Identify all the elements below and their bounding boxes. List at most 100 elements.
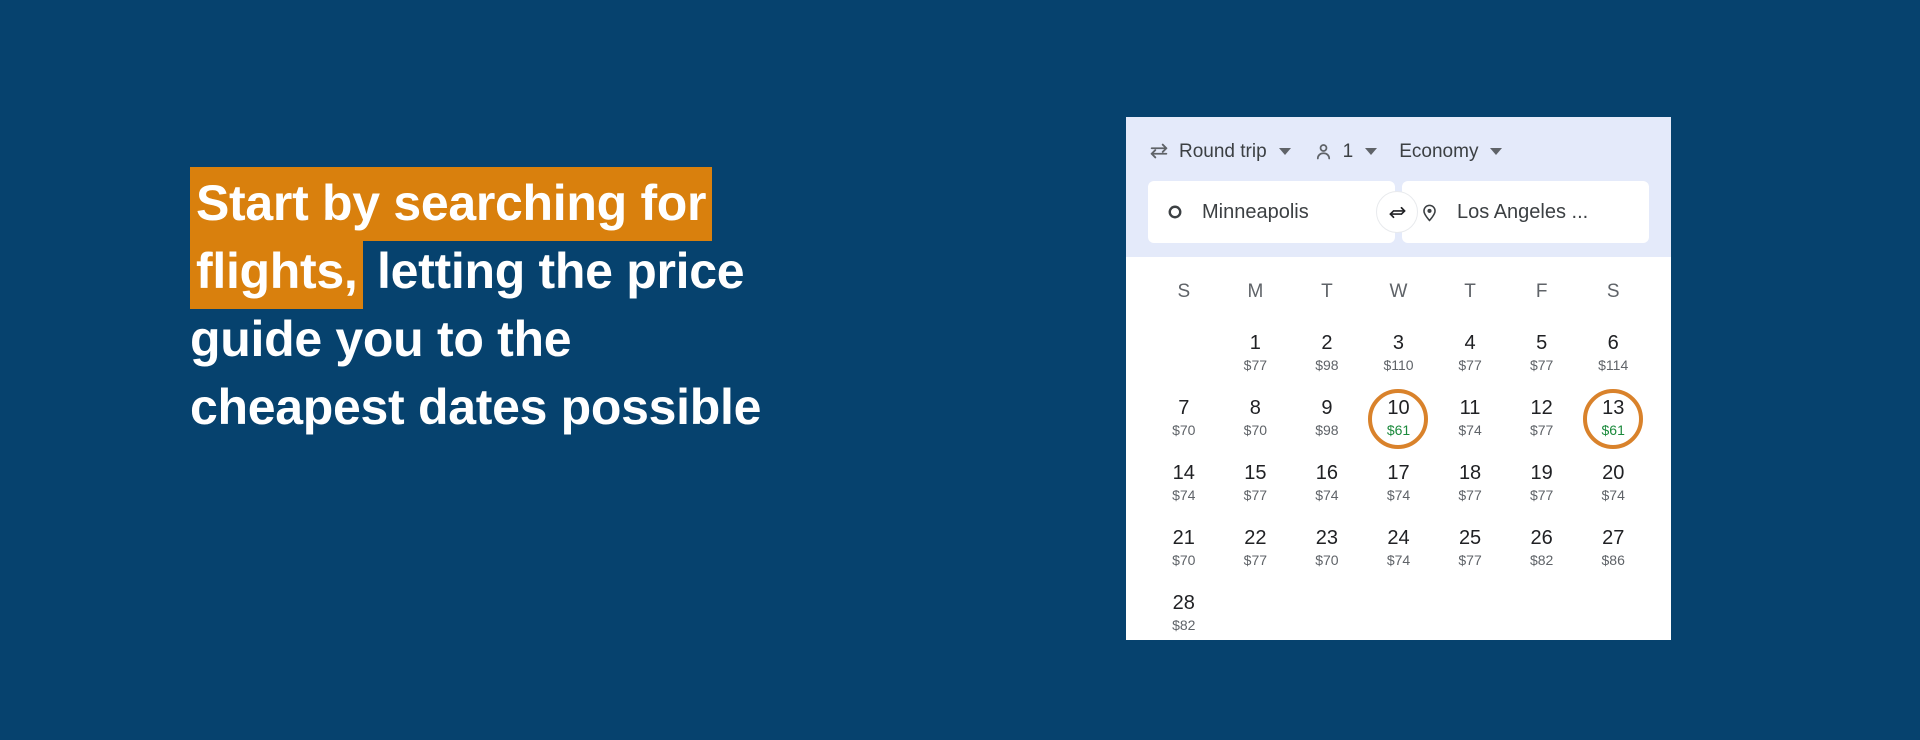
date-price: $74 [1601,487,1625,504]
location-fields: Minneapolis Los Angeles ... [1148,181,1649,243]
date-price: $82 [1529,552,1554,569]
headline-line: flights, letting the price [190,235,1020,309]
calendar-date-cell[interactable]: 9 $98 [1291,386,1363,451]
calendar-day-header: T [1464,281,1476,302]
swap-horizontal-icon [1148,140,1170,162]
date-price: $77 [1243,552,1268,569]
calendar-date-cell[interactable]: 24 $74 [1363,516,1435,581]
map-pin-icon [1420,203,1439,222]
calendar-date-cell[interactable]: 2 $98 [1291,321,1363,386]
calendar-date-cell[interactable]: 21 $70 [1148,516,1220,581]
date-price: $61 [1601,422,1625,439]
calendar-week-row: 7 $70 8 $70 9 $98 10 $61 11 $74 12 $77 13 $61 [1148,386,1649,451]
calendar-date-cell[interactable]: 27 $86 [1577,516,1649,581]
calendar-cell-empty [1291,581,1363,640]
calendar-date-cell[interactable]: 22 $77 [1220,516,1292,581]
chevron-down-icon [1490,147,1503,155]
calendar-date-cell[interactable]: 7 $70 [1148,386,1220,451]
calendar-date-cell[interactable]: 14 $74 [1148,451,1220,516]
calendar-date-cell[interactable]: 4 $77 [1434,321,1506,386]
calendar-date-cell[interactable]: 13 $61 [1577,386,1649,451]
calendar-week-row: 1 $77 2 $98 3 $110 4 $77 5 $77 6 $114 [1148,321,1649,386]
date-number: 2 [1321,332,1333,355]
date-price: $77 [1458,357,1482,374]
trip-type-selector[interactable]: Round trip [1148,140,1291,162]
date-price: $77 [1458,487,1482,504]
origin-field[interactable]: Minneapolis [1148,181,1395,243]
calendar-day-header: F [1535,281,1548,302]
date-price: $70 [1243,422,1268,439]
calendar-cell-empty [1220,581,1292,640]
circle-outline-icon [1166,203,1184,221]
headline-text: letting the price [363,243,745,299]
passenger-count-label: 1 [1342,140,1354,162]
search-options-bar: Round trip 1 Economy [1148,117,1649,177]
date-number: 24 [1387,527,1410,550]
date-price: $70 [1315,552,1339,569]
date-number: 9 [1321,397,1333,420]
calendar-date-cell[interactable]: 8 $70 [1220,386,1292,451]
cabin-class-label: Economy [1399,140,1479,162]
calendar-date-cell[interactable]: 19 $77 [1506,451,1578,516]
swap-arrows-icon [1388,203,1407,222]
trip-type-label: Round trip [1179,140,1267,162]
calendar-day-headers: SMTWTFS [1148,275,1649,321]
calendar-date-cell[interactable]: 12 $77 [1506,386,1578,451]
headline-text: guide you to the [190,311,572,367]
calendar-day-header: W [1389,281,1408,302]
calendar-weeks: 1 $77 2 $98 3 $110 4 $77 5 $77 6 $114 7 $70 8 $70 9 $98 10… [1148,321,1649,640]
date-number: 19 [1530,462,1553,485]
headline-text: cheapest dates possible [190,379,762,435]
date-number: 1 [1249,332,1261,355]
date-price: $61 [1386,422,1411,439]
date-number: 6 [1607,332,1619,355]
calendar-date-cell[interactable]: 16 $74 [1291,451,1363,516]
date-number: 8 [1249,397,1261,420]
calendar-week-row: 21 $70 22 $77 23 $70 24 $74 25 $77 26 $82 27 $86 [1148,516,1649,581]
calendar-date-cell[interactable]: 10 $61 [1363,386,1435,451]
calendar-day-header: S [1177,281,1191,302]
calendar-week-row: 14 $74 15 $77 16 $74 17 $74 18 $77 19 $77 20 $74 [1148,451,1649,516]
date-price: $74 [1458,422,1482,439]
calendar-date-cell[interactable]: 20 $74 [1577,451,1649,516]
date-price: $74 [1386,552,1411,569]
headline-line: Start by searching for [190,167,1020,241]
calendar-date-cell[interactable]: 11 $74 [1434,386,1506,451]
destination-field[interactable]: Los Angeles ... [1402,181,1649,243]
date-number: 20 [1602,462,1625,485]
calendar-date-cell[interactable]: 3 $110 [1363,321,1435,386]
calendar-date-cell[interactable]: 28 $82 [1148,581,1220,640]
date-price: $86 [1601,552,1625,569]
chevron-down-icon [1365,147,1378,155]
date-price: $98 [1315,357,1339,374]
calendar-week-row: 28 $82 [1148,581,1649,640]
swap-locations-button[interactable] [1376,191,1418,233]
calendar-date-cell[interactable]: 5 $77 [1506,321,1578,386]
date-price: $98 [1315,422,1339,439]
calendar-date-cell[interactable]: 23 $70 [1291,516,1363,581]
chevron-down-icon [1278,147,1291,155]
date-number: 3 [1392,332,1405,355]
origin-value: Minneapolis [1202,200,1309,223]
calendar-date-cell[interactable]: 6 $114 [1577,321,1649,386]
calendar-date-cell[interactable]: 1 $77 [1220,321,1292,386]
date-number: 7 [1178,397,1190,420]
calendar-cell-empty [1577,581,1649,640]
calendar-date-cell[interactable]: 15 $77 [1220,451,1292,516]
person-icon [1313,141,1334,162]
calendar-cell-empty [1148,321,1220,386]
calendar-day-header: S [1606,281,1620,302]
calendar-date-cell[interactable]: 17 $74 [1363,451,1435,516]
calendar-date-cell[interactable]: 25 $77 [1434,516,1506,581]
calendar-date-cell[interactable]: 26 $82 [1506,516,1578,581]
cabin-class-selector[interactable]: Economy [1399,140,1503,162]
headline-highlight: flights, [190,235,364,309]
calendar-date-cell[interactable]: 18 $77 [1434,451,1506,516]
date-price: $77 [1243,357,1268,374]
date-price: $82 [1172,617,1196,634]
calendar-cell-empty [1363,581,1435,640]
date-price: $77 [1529,422,1554,439]
date-number: 12 [1530,397,1553,420]
date-number: 16 [1315,462,1339,485]
passengers-selector[interactable]: 1 [1313,141,1378,162]
